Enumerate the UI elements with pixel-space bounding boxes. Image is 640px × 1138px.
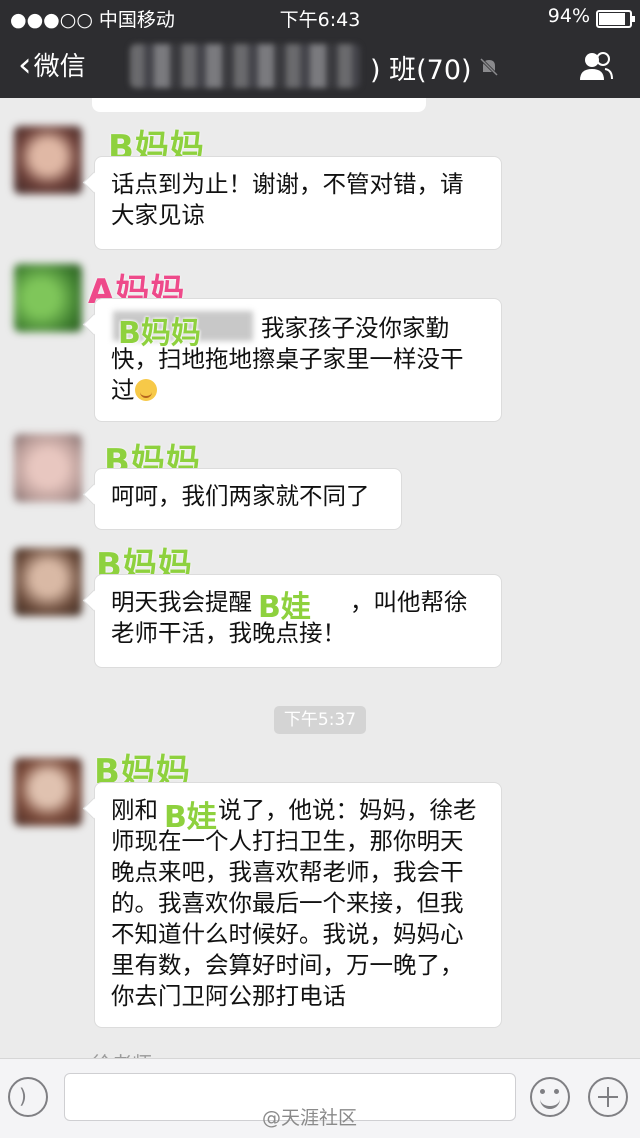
nav-bar: ‹ 微信 ) 班(70) xyxy=(0,34,640,98)
chevron-left-icon: ‹ xyxy=(18,44,32,85)
timestamp: 下午5:37 xyxy=(274,706,366,734)
voice-icon: ) xyxy=(19,1084,27,1108)
back-label: 微信 xyxy=(33,52,86,82)
message-bubble[interactable]: 呵呵，我们两家就不同了 xyxy=(94,468,402,530)
message-bubble[interactable]: 话点到为止！谢谢，不管对错，请大家见谅 xyxy=(94,156,502,250)
avatar[interactable] xyxy=(14,758,82,826)
partial-sender-name: 徐老师 xyxy=(92,1048,152,1058)
avatar[interactable] xyxy=(14,264,82,332)
avatar[interactable] xyxy=(14,548,82,616)
smile-emoji-icon xyxy=(134,379,157,401)
voice-input-button[interactable]: ) xyxy=(8,1077,48,1117)
message-text: 话点到为止！谢谢，不管对错，请大家见谅 xyxy=(111,170,464,229)
name-overlay: B妈妈 xyxy=(118,316,201,351)
battery-icon xyxy=(596,10,635,28)
message-text-start: 刚和 xyxy=(111,796,158,824)
more-button[interactable] xyxy=(588,1077,628,1117)
emoji-button[interactable] xyxy=(530,1077,570,1117)
back-button[interactable]: ‹ 微信 xyxy=(18,46,86,83)
battery-percent: 94% xyxy=(547,5,590,27)
name-overlay: B娃 xyxy=(258,590,311,625)
watermark: @天涯社区 xyxy=(262,1107,358,1129)
clock: 下午6:43 xyxy=(279,9,361,31)
previous-bubble-fragment xyxy=(92,98,426,112)
avatar[interactable] xyxy=(14,126,82,194)
mute-bell-icon xyxy=(479,57,499,77)
name-overlay: B娃 xyxy=(164,800,217,835)
avatar[interactable] xyxy=(14,434,82,502)
chat-area[interactable]: B妈妈 话点到为止！谢谢，不管对错，请大家见谅 A妈妈 我家孩子没你家勤快，扫地… xyxy=(0,98,640,1058)
message-bubble[interactable]: 刚和 说了，他说：妈妈，徐老师现在一个人打扫卫生，那你明天晚点来吧，我喜欢帮老师，… xyxy=(94,782,502,1028)
chat-title: ) 班(70) xyxy=(370,55,472,86)
status-bar: ●●●○○ 中国移动 下午6:43 94% xyxy=(0,0,640,34)
message-text-start: 明天我会提醒 xyxy=(111,588,252,616)
group-members-icon[interactable] xyxy=(578,50,614,82)
message-text: 呵呵，我们两家就不同了 xyxy=(111,482,370,510)
blurred-group-name xyxy=(130,44,360,88)
